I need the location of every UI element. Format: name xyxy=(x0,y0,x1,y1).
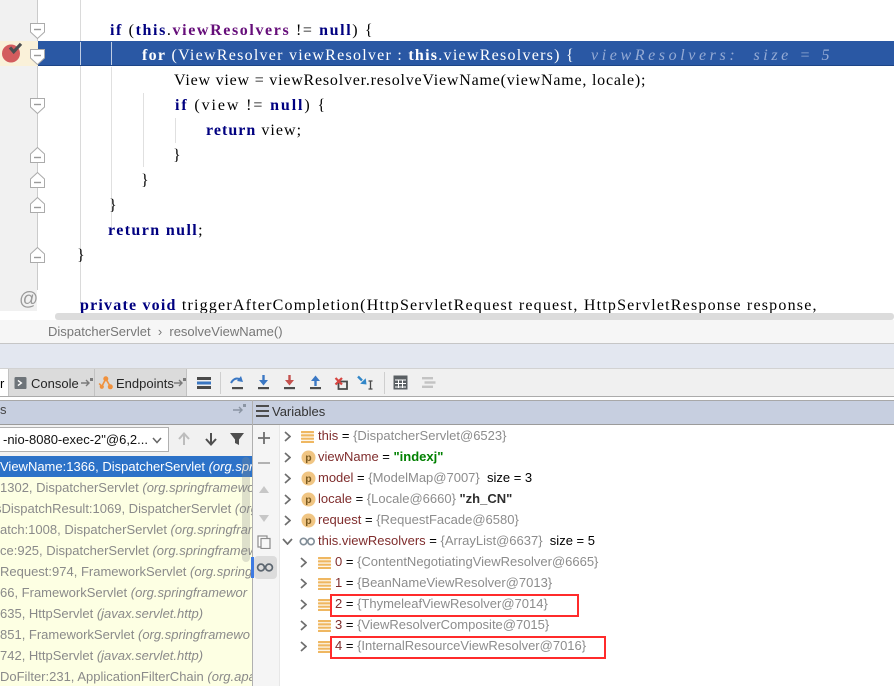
svg-text:p: p xyxy=(305,494,311,506)
svg-text:p: p xyxy=(305,515,311,527)
svg-text:p: p xyxy=(305,452,311,464)
svg-text:p: p xyxy=(305,473,311,485)
